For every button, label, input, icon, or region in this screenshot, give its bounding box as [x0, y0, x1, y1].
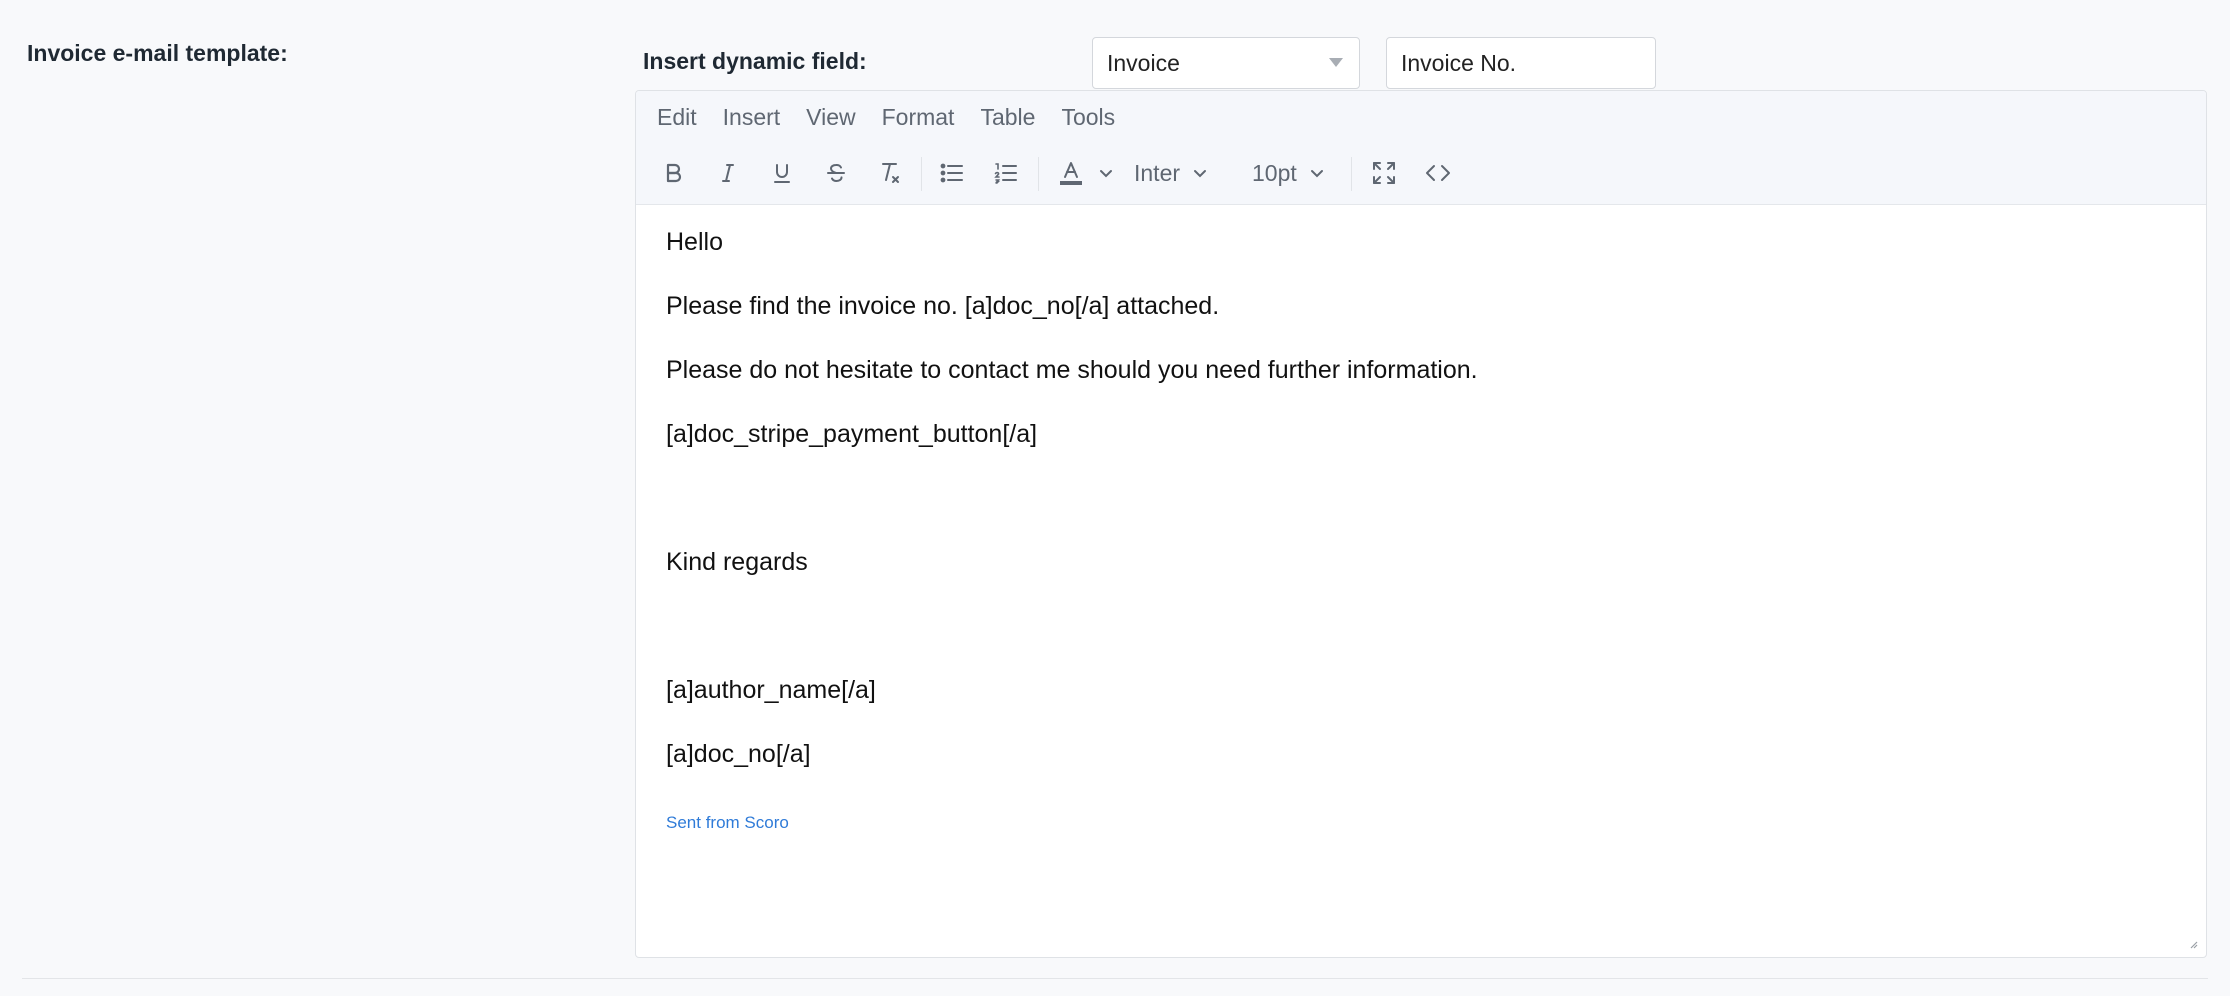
editor-toolbar: Inter 10pt — [636, 143, 2206, 204]
body-line-payment: [a]doc_stripe_payment_button[/a] — [666, 420, 1038, 448]
code-icon — [1426, 165, 1450, 181]
chevron-down-icon — [1310, 170, 1323, 178]
editor-content[interactable]: Hello Please find the invoice no. [a]doc… — [666, 204, 2176, 957]
invoice-template-settings: Invoice e-mail template: Insert dynamic … — [0, 0, 2230, 996]
body-line-attached: Please find the invoice no. [a]doc_no[/a… — [666, 292, 1220, 320]
toolbar-separator — [1351, 157, 1352, 191]
clear-formatting-button[interactable] — [868, 151, 912, 195]
menu-insert[interactable]: Insert — [723, 104, 781, 131]
text-color-icon — [1060, 162, 1082, 185]
toolbar-separator — [921, 157, 922, 191]
section-divider — [22, 978, 2208, 979]
clear-formatting-icon — [882, 163, 899, 183]
fullscreen-icon — [1373, 162, 1395, 184]
numbered-list-button[interactable] — [984, 151, 1028, 195]
chevron-down-icon — [1194, 170, 1207, 178]
body-closing: Kind regards — [666, 548, 808, 576]
menu-tools[interactable]: Tools — [1061, 104, 1115, 131]
body-author: [a]author_name[/a] — [666, 676, 876, 704]
menu-format[interactable]: Format — [882, 104, 955, 131]
sent-from-link[interactable]: Sent from Scoro — [666, 813, 789, 833]
chevron-down-icon — [1100, 170, 1112, 178]
font-size-dropdown[interactable]: 10pt — [1252, 151, 1342, 195]
strikethrough-icon — [827, 163, 845, 183]
dropdown-caret-icon — [1329, 58, 1343, 67]
bold-button[interactable] — [652, 151, 696, 195]
body-line-contact: Please do not hesitate to contact me sho… — [666, 356, 1478, 384]
bold-icon — [666, 163, 682, 183]
invoice-template-label: Invoice e-mail template: — [27, 40, 288, 66]
dynamic-field-category-select[interactable]: Invoice — [1092, 37, 1360, 89]
strikethrough-button[interactable] — [814, 151, 858, 195]
rich-text-editor: Edit Insert View Format Table Tools Inte… — [635, 90, 2207, 958]
font-size-value: 10pt — [1252, 159, 1297, 186]
italic-button[interactable] — [706, 151, 750, 195]
insert-dynamic-field-label: Insert dynamic field: — [643, 48, 867, 74]
editor-menubar: Edit Insert View Format Table Tools — [636, 91, 1141, 143]
text-color-button[interactable] — [1050, 151, 1092, 195]
font-family-dropdown[interactable]: Inter — [1134, 151, 1224, 195]
menu-table[interactable]: Table — [980, 104, 1035, 131]
body-greeting: Hello — [666, 228, 723, 256]
fullscreen-button[interactable] — [1362, 151, 1406, 195]
toolbar-separator — [1038, 157, 1039, 191]
numbered-list-icon — [994, 163, 1017, 184]
category-select-value: Invoice — [1107, 50, 1180, 76]
font-family-value: Inter — [1134, 159, 1181, 186]
underline-icon — [774, 164, 790, 183]
source-code-button[interactable] — [1416, 151, 1460, 195]
resize-grip-icon[interactable] — [2188, 939, 2198, 949]
underline-button[interactable] — [760, 151, 804, 195]
italic-icon — [722, 164, 734, 182]
body-doc-no: [a]doc_no[/a] — [666, 740, 811, 768]
bullet-list-icon — [940, 163, 963, 183]
editor-header: Edit Insert View Format Table Tools Inte… — [636, 91, 2206, 205]
dynamic-field-input[interactable] — [1386, 37, 1656, 89]
menu-view[interactable]: View — [806, 104, 855, 131]
menu-edit[interactable]: Edit — [657, 104, 697, 131]
bullet-list-button[interactable] — [930, 151, 974, 195]
text-color-dropdown[interactable] — [1092, 151, 1120, 195]
